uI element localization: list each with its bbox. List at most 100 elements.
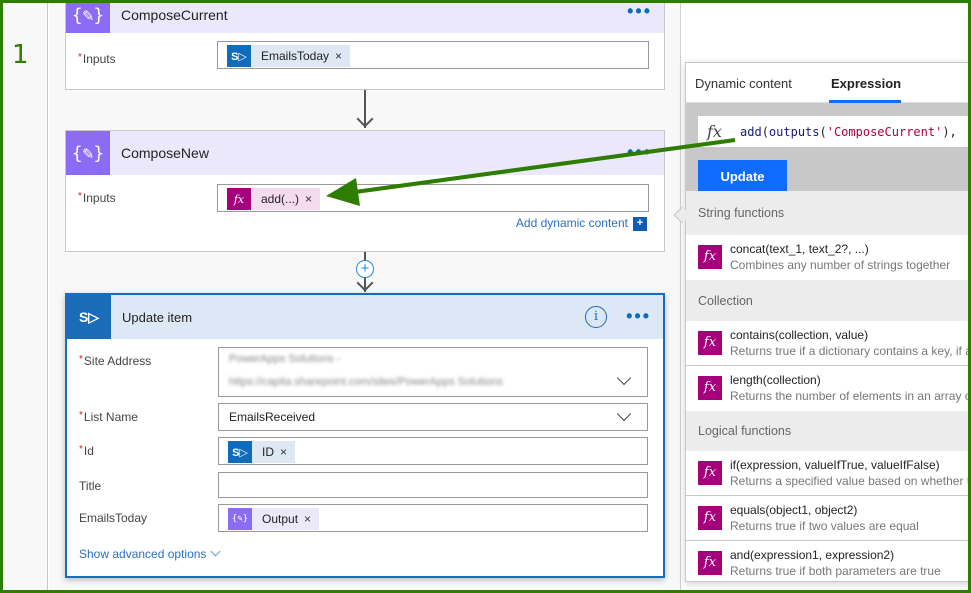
compose-icon: {✎} — [66, 0, 110, 33]
label-text: Site Address — [83, 354, 152, 368]
section-header-collection: Collection — [686, 280, 971, 321]
remove-token-icon[interactable]: × — [335, 49, 342, 63]
id-label: *Id — [79, 444, 94, 458]
show-advanced-label: Show advanced options — [79, 547, 207, 561]
expression-input[interactable]: fx add(outputs('ComposeCurrent'), — [698, 116, 971, 147]
sharepoint-icon: S▷ — [228, 441, 252, 463]
function-list: String functions fx concat(text_1, text_… — [686, 191, 971, 581]
function-item[interactable]: fx equals(object1, object2) Returns true… — [686, 496, 971, 541]
expression-text: add(outputs('ComposeCurrent'), — [740, 125, 957, 139]
function-name: if(expression, valueIfTrue, valueIfFalse… — [730, 458, 940, 472]
code-inner-fn: outputs — [768, 124, 820, 139]
compose-new-card[interactable]: {✎} ComposeNew ••• *Inputs fx add(...) ×… — [65, 130, 665, 252]
section-header-string-functions: String functions — [686, 191, 971, 235]
remove-token-icon[interactable]: × — [304, 512, 311, 526]
fx-icon: fx — [698, 551, 722, 575]
id-field[interactable]: S▷ ID × — [218, 437, 648, 465]
token-label: add(...) — [261, 192, 300, 206]
tab-expression[interactable]: Expression — [831, 76, 901, 91]
compose-current-card[interactable]: {✎} ComposeCurrent ••• *Inputs S▷ Emails… — [65, 0, 665, 90]
inputs-label-text: Inputs — [82, 191, 116, 205]
site-address-dropdown[interactable]: PowerApps Solutions - https://capita.sha… — [218, 347, 648, 397]
code-string: 'ComposeCurrent' — [826, 124, 943, 139]
emailstoday-label: EmailsToday — [79, 511, 148, 525]
section-header-logical-functions: Logical functions — [686, 411, 971, 451]
inputs-label: *Inputs — [78, 52, 116, 66]
remove-token-icon[interactable]: × — [305, 192, 312, 206]
token-id[interactable]: S▷ ID × — [228, 441, 296, 463]
chevron-down-icon[interactable] — [616, 406, 632, 422]
card-header[interactable]: {✎} ComposeNew ••• — [66, 131, 664, 175]
required-mark: * — [79, 444, 83, 455]
list-name-label: *List Name — [79, 410, 138, 424]
required-mark: * — [78, 191, 82, 202]
show-advanced-options-link[interactable]: Show advanced options — [79, 546, 221, 561]
more-options-button[interactable]: ••• — [627, 143, 652, 161]
function-name: and(expression1, expression2) — [730, 548, 895, 562]
function-desc: Returns true if two values are equal — [730, 519, 919, 533]
sharepoint-icon: S▷ — [227, 45, 251, 67]
expression-editor: fx add(outputs('ComposeCurrent'), Update — [686, 103, 971, 192]
required-mark: * — [78, 52, 82, 63]
token-label: ID — [262, 445, 274, 459]
required-mark: * — [79, 354, 83, 365]
label-text: List Name — [83, 410, 138, 424]
function-desc: Returns true if a dictionary contains a … — [730, 344, 971, 358]
token-add-expression[interactable]: fx add(...) × — [227, 188, 321, 210]
inputs-field[interactable]: fx add(...) × — [217, 184, 649, 212]
inputs-field[interactable]: S▷ EmailsToday × — [217, 41, 649, 69]
chevron-down-icon[interactable] — [616, 370, 632, 386]
more-options-button[interactable]: ••• — [627, 2, 652, 20]
tab-dynamic-content[interactable]: Dynamic content — [695, 76, 792, 91]
fx-icon: fx — [698, 245, 722, 269]
token-emailstoday[interactable]: S▷ EmailsToday × — [227, 45, 351, 67]
function-item[interactable]: fx if(expression, valueIfTrue, valueIfFa… — [686, 451, 971, 496]
code-punc: ( — [761, 124, 769, 139]
update-item-card[interactable]: S▷ Update item i ••• *Site Address Power… — [65, 293, 665, 578]
function-name: length(collection) — [730, 373, 821, 387]
card-title: Update item — [122, 309, 193, 325]
step-number: 1 — [12, 40, 29, 70]
more-options-button[interactable]: ••• — [626, 307, 651, 325]
inputs-label-text: Inputs — [82, 52, 116, 66]
title-label: Title — [79, 479, 102, 493]
function-desc: Returns true if both parameters are true — [730, 564, 941, 578]
add-dynamic-content-link[interactable]: Add dynamic content — [516, 216, 628, 230]
fx-icon: fx — [698, 331, 722, 355]
fx-icon: fx — [698, 506, 722, 530]
step-gutter: 1 — [0, 0, 48, 593]
add-dynamic-content-plus-icon[interactable]: + — [633, 217, 647, 231]
token-output[interactable]: {✎} Output × — [228, 508, 320, 530]
update-button[interactable]: Update — [698, 160, 787, 192]
emailstoday-field[interactable]: {✎} Output × — [218, 504, 648, 532]
title-input[interactable] — [218, 472, 648, 498]
label-text: Id — [83, 444, 94, 458]
info-icon[interactable]: i — [585, 306, 607, 328]
required-mark: * — [79, 410, 83, 421]
site-address-label: *Site Address — [79, 354, 151, 368]
compose-icon: {✎} — [66, 131, 110, 175]
card-header[interactable]: {✎} ComposeCurrent ••• — [66, 0, 664, 33]
card-header[interactable]: S▷ Update item i ••• — [67, 295, 663, 339]
sharepoint-icon: S▷ — [67, 295, 111, 339]
code-fn: add — [740, 124, 762, 139]
chevron-down-icon — [210, 546, 221, 557]
function-desc: Returns the number of elements in an arr… — [730, 389, 971, 403]
fx-icon: fx — [707, 122, 722, 141]
function-item[interactable]: fx contains(collection, value) Returns t… — [686, 321, 971, 366]
fx-icon: fx — [698, 376, 722, 400]
function-item[interactable]: fx length(collection) Returns the number… — [686, 366, 971, 411]
token-label: Output — [262, 512, 299, 526]
fx-icon: fx — [227, 188, 251, 210]
fx-icon: fx — [698, 461, 722, 485]
card-title: ComposeCurrent — [121, 7, 228, 23]
function-item[interactable]: fx concat(text_1, text_2?, ...) Combines… — [686, 235, 971, 280]
site-address-line2: https://capita.sharepoint.com/sites/Powe… — [229, 376, 503, 388]
function-name: contains(collection, value) — [730, 328, 869, 342]
remove-token-icon[interactable]: × — [280, 445, 287, 459]
list-name-dropdown[interactable]: EmailsReceived — [218, 403, 648, 431]
function-desc: Combines any number of strings together — [730, 258, 951, 272]
dynamic-content-panel: Dynamic content Expression fx add(output… — [685, 62, 971, 582]
card-title: ComposeNew — [121, 145, 209, 161]
function-item[interactable]: fx and(expression1, expression2) Returns… — [686, 541, 971, 581]
